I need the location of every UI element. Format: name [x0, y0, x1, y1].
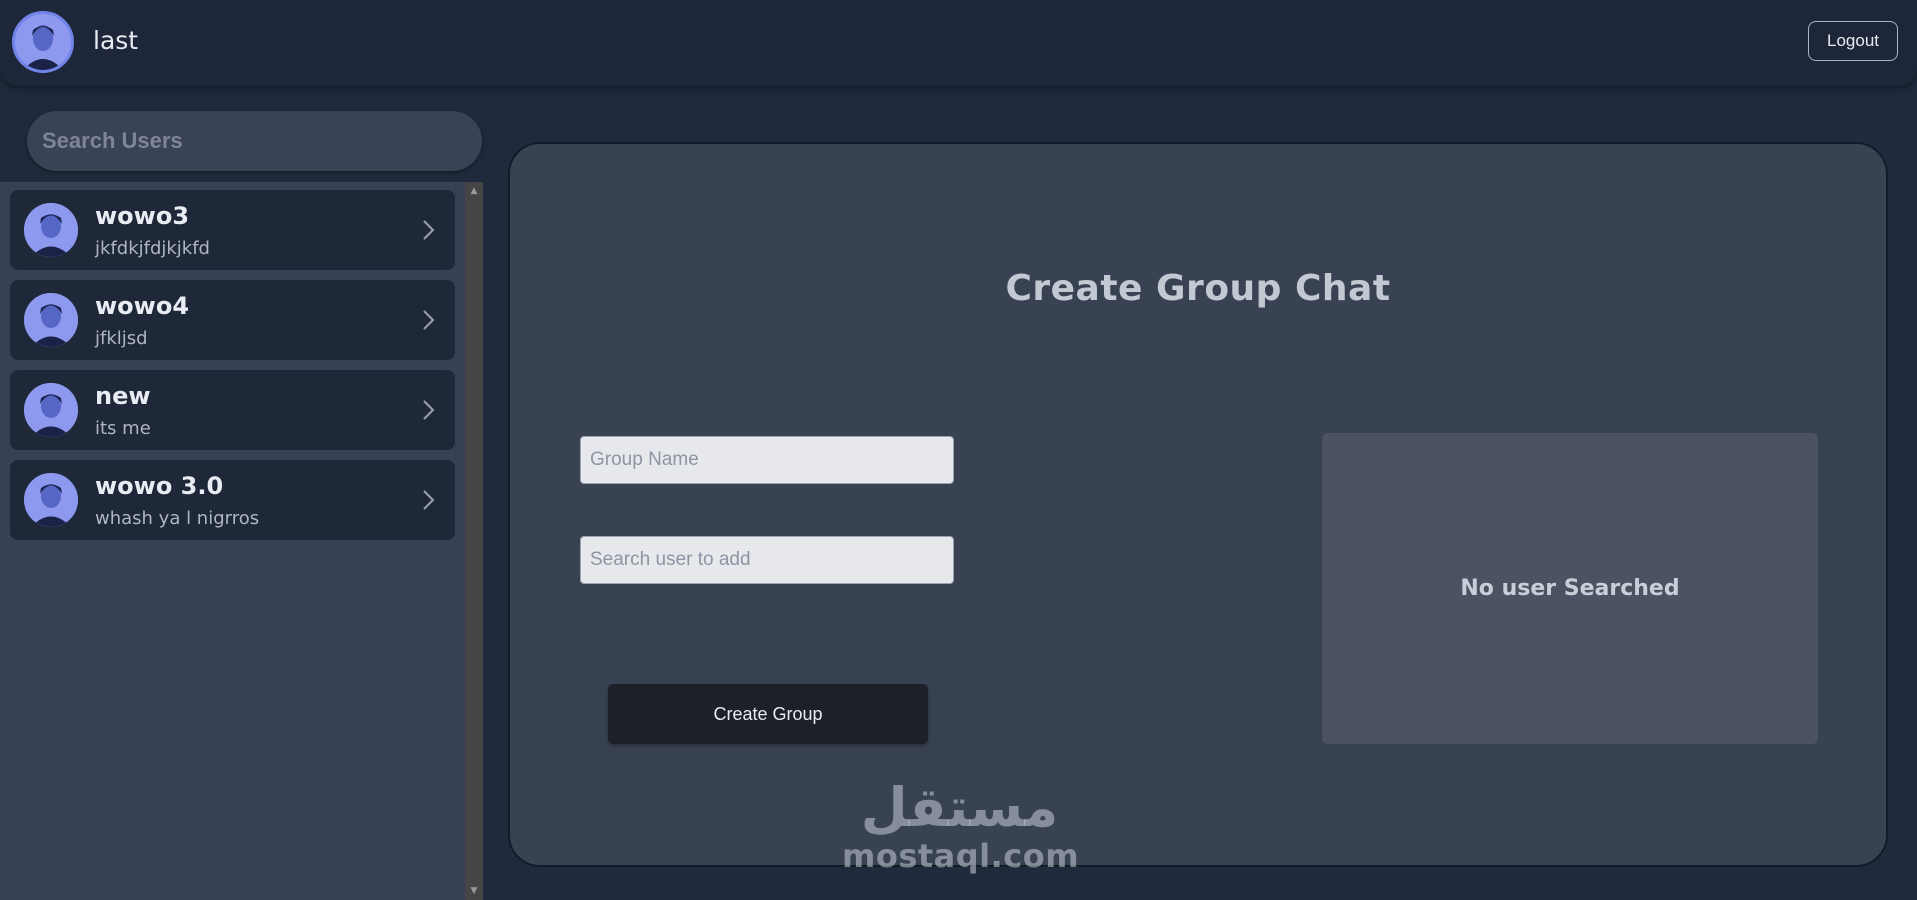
user-status: jfkljsd — [95, 328, 148, 349]
watermark-latin: mostaql.com — [842, 837, 1080, 875]
list-item[interactable]: wowo 3.0 whash ya l nigrros — [10, 460, 455, 540]
chevron-right-icon — [423, 310, 435, 330]
search-users-input[interactable] — [27, 111, 482, 171]
empty-result-text: No user Searched — [1460, 576, 1680, 601]
search-user-input[interactable] — [580, 536, 954, 584]
user-status: its me — [95, 418, 151, 439]
page-title: Create Group Chat — [1005, 268, 1391, 309]
user-status: jkfdkjfdjkjkfd — [95, 238, 210, 259]
avatar-image — [15, 14, 71, 70]
scroll-down-icon[interactable]: ▼ — [465, 884, 483, 898]
group-name-input[interactable] — [580, 436, 954, 484]
avatar — [24, 473, 78, 527]
current-user-avatar[interactable] — [12, 11, 74, 73]
create-group-button[interactable]: Create Group — [608, 684, 928, 744]
user-name: wowo 3.0 — [95, 472, 224, 500]
list-item[interactable]: new its me — [10, 370, 455, 450]
scrollbar[interactable]: ▲ ▼ — [465, 182, 483, 900]
user-name: wowo4 — [95, 292, 190, 320]
list-item[interactable]: wowo3 jkfdkjfdjkjkfd — [10, 190, 455, 270]
user-name: new — [95, 382, 151, 410]
create-group-panel: Create Group Chat Create Group No user S… — [508, 142, 1888, 867]
scroll-up-icon[interactable]: ▲ — [465, 184, 483, 198]
top-bar: last Logout — [0, 0, 1917, 86]
user-list: wowo3 jkfdkjfdjkjkfd wowo4 jfkljsd new i… — [0, 182, 483, 900]
avatar — [24, 383, 78, 437]
current-username: last — [93, 26, 139, 55]
logout-button[interactable]: Logout — [1808, 21, 1898, 61]
watermark: مستقل mostaql.com — [842, 776, 1080, 875]
chevron-right-icon — [423, 220, 435, 240]
avatar — [24, 203, 78, 257]
avatar — [24, 293, 78, 347]
search-results-box: No user Searched — [1322, 433, 1818, 744]
user-status: whash ya l nigrros — [95, 508, 260, 529]
chevron-right-icon — [423, 490, 435, 510]
chevron-right-icon — [423, 400, 435, 420]
watermark-arabic: مستقل — [860, 776, 1059, 839]
list-item[interactable]: wowo4 jfkljsd — [10, 280, 455, 360]
user-name: wowo3 — [95, 202, 190, 230]
